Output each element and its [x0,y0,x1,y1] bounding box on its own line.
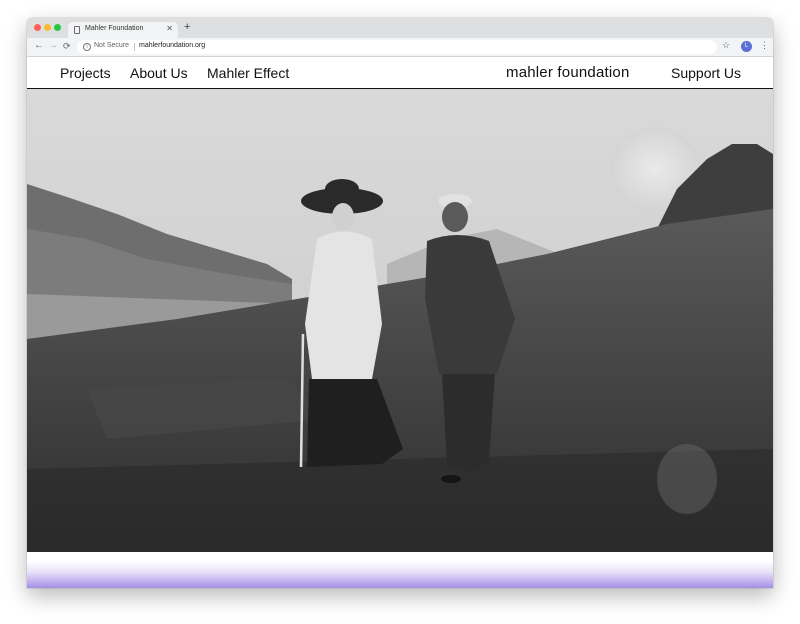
back-icon[interactable]: ← [34,39,44,53]
hero-photo [27,89,773,552]
page-icon [74,26,80,34]
tab-strip: Mahler Foundation ✕ + [27,18,773,38]
tab-mahler-foundation[interactable]: Mahler Foundation ✕ [68,22,178,38]
support-us-link[interactable]: Support Us [671,65,741,81]
footer-gradient-band [27,552,773,588]
info-icon[interactable]: i [83,43,91,51]
menu-icon[interactable]: ⋮ [760,40,769,51]
close-window-button[interactable] [34,24,41,31]
profile-avatar[interactable]: L [741,41,752,52]
close-icon[interactable]: ✕ [166,24,173,33]
reload-icon[interactable]: ⟳ [63,39,71,53]
star-icon[interactable]: ☆ [722,40,730,51]
hero-photo-graphic [27,89,773,552]
nav-link-about-us[interactable]: About Us [130,65,188,81]
forward-icon[interactable]: → [48,39,58,53]
browser-toolbar: ← → ⟳ i Not Secure mahlerfoundation.org … [27,38,773,57]
url-separator [134,43,135,51]
security-label[interactable]: Not Secure [94,42,129,49]
new-tab-button[interactable]: + [184,22,190,33]
nav-link-mahler-effect[interactable]: Mahler Effect [207,65,289,81]
maximize-window-button[interactable] [54,24,61,31]
address-bar[interactable]: i Not Secure mahlerfoundation.org [77,40,717,54]
url-text[interactable]: mahlerfoundation.org [139,42,205,49]
site-logo[interactable]: mahler foundation [506,64,629,81]
browser-window: Mahler Foundation ✕ + ← → ⟳ i Not Secure… [27,18,773,588]
nav-link-projects[interactable]: Projects [60,65,111,81]
minimize-window-button[interactable] [44,24,51,31]
site-navigation: Projects About Us Mahler Effect mahler f… [27,57,773,89]
tab-title: Mahler Foundation [85,25,144,32]
